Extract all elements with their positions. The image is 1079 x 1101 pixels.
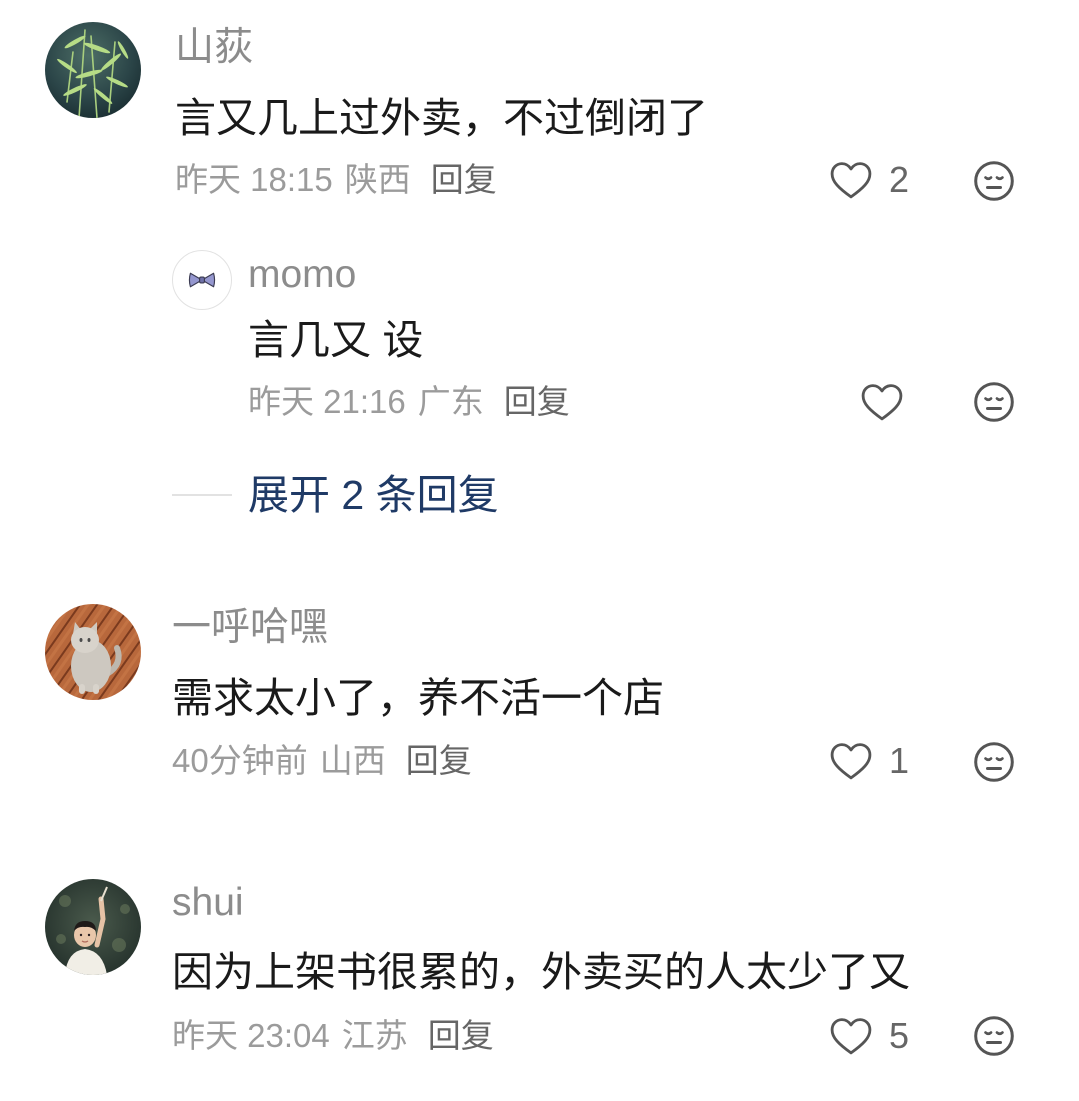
reply-button[interactable]: 回复 — [504, 380, 570, 424]
reply-location: 广东 — [417, 383, 484, 420]
meh-face-icon — [974, 382, 1014, 422]
like-button[interactable] — [829, 1016, 873, 1056]
comment-text[interactable]: 需求太小了，养不活一个店 — [172, 672, 664, 724]
heart-outline-icon — [830, 1018, 872, 1055]
like-button[interactable] — [829, 741, 873, 781]
dislike-button[interactable] — [973, 741, 1015, 783]
reply-username[interactable]: momo — [248, 251, 356, 299]
meh-face-icon — [974, 742, 1014, 782]
comment-username[interactable]: 山荻 — [175, 24, 253, 72]
meh-face-icon — [974, 1016, 1014, 1056]
like-button[interactable] — [860, 382, 904, 422]
comment-username[interactable]: 一呼哈嘿 — [172, 604, 328, 652]
reply-time: 昨天 21:16 — [248, 383, 406, 420]
reply-button[interactable]: 回复 — [431, 158, 497, 202]
dislike-button[interactable] — [973, 1015, 1015, 1057]
reply-meta: 昨天 21:16 广东 回复 — [248, 380, 570, 424]
bow-icon — [188, 272, 216, 288]
meh-face-icon — [974, 161, 1014, 201]
reply-button[interactable]: 回复 — [428, 1014, 494, 1058]
dislike-button[interactable] — [973, 160, 1015, 202]
comment-location: 陕西 — [344, 161, 411, 198]
expand-replies-button[interactable]: 展开 2 条回复 — [248, 469, 499, 521]
like-count: 2 — [889, 159, 910, 200]
avatar-image — [45, 604, 141, 700]
heart-outline-icon — [830, 162, 872, 199]
comment-meta: 昨天 23:04 江苏 回复 — [172, 1014, 494, 1058]
heart-outline-icon — [830, 743, 872, 780]
avatar[interactable] — [45, 604, 141, 700]
like-count: 1 — [889, 740, 910, 781]
like-button[interactable] — [829, 160, 873, 200]
comment-text[interactable]: 因为上架书很累的，外卖买的人太少了又 — [172, 946, 910, 998]
reply-button[interactable]: 回复 — [406, 739, 472, 783]
comment-location: 山西 — [319, 742, 386, 779]
avatar[interactable] — [45, 879, 141, 975]
avatar[interactable] — [45, 22, 141, 118]
like-count: 5 — [889, 1015, 910, 1056]
heart-outline-icon — [861, 384, 903, 421]
comment-text[interactable]: 言又几上过外卖，不过倒闭了 — [175, 92, 708, 144]
comment-time: 昨天 18:15 — [175, 161, 333, 198]
avatar-image — [45, 879, 141, 975]
reply-avatar[interactable] — [172, 250, 232, 310]
comment-meta: 40分钟前 山西 回复 — [172, 739, 472, 783]
comment-username[interactable]: shui — [172, 879, 244, 927]
comment-time: 40分钟前 — [172, 742, 308, 779]
reply-text[interactable]: 言几又 设 — [248, 314, 423, 366]
comment-time: 昨天 23:04 — [172, 1017, 330, 1054]
dislike-button[interactable] — [973, 381, 1015, 423]
comment-list: 山荻 言又几上过外卖，不过倒闭了 昨天 18:15 陕西 回复 2 momo 言… — [0, 0, 1079, 1101]
comment-location: 江苏 — [341, 1017, 408, 1054]
expand-divider — [172, 494, 232, 496]
avatar-image — [45, 22, 141, 118]
comment-meta: 昨天 18:15 陕西 回复 — [175, 158, 497, 202]
